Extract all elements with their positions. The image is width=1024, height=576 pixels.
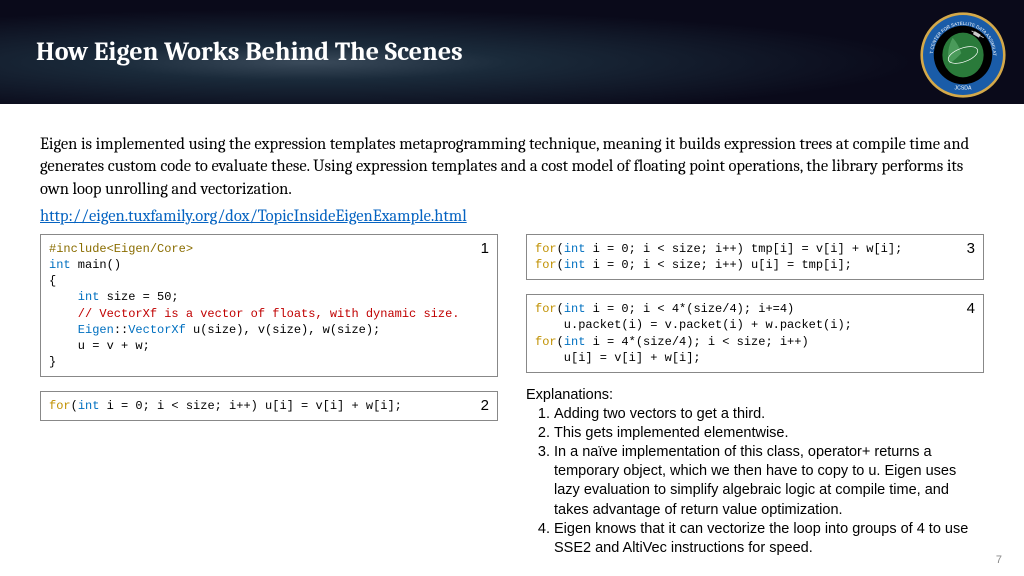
explanation-item: This gets implemented elementwise. <box>554 424 984 443</box>
page-number: 7 <box>996 554 1002 566</box>
code-number: 4 <box>967 299 975 319</box>
explanation-item: Adding two vectors to get a third. <box>554 405 984 424</box>
reference-link[interactable]: http://eigen.tuxfamily.org/dox/TopicInsi… <box>40 207 467 226</box>
code-block-4: 4for(int i = 0; i < 4*(size/4); i+=4) u.… <box>526 294 984 373</box>
code-number: 1 <box>481 239 489 259</box>
explanations: Explanations: Adding two vectors to get … <box>526 387 984 558</box>
svg-text:JCSDA: JCSDA <box>955 85 972 91</box>
code-block-1: 1#include<Eigen/Core> int main() { int s… <box>40 234 498 378</box>
jcsda-logo: JOINT CENTER FOR SATELLITE DATA ASSIMILA… <box>920 12 1006 98</box>
code-block-2: 2for(int i = 0; i < size; i++) u[i] = v[… <box>40 391 498 421</box>
explanations-header: Explanations: <box>526 387 984 403</box>
code-block-3: 3for(int i = 0; i < size; i++) tmp[i] = … <box>526 234 984 280</box>
code-number: 2 <box>481 396 489 416</box>
slide-title: How Eigen Works Behind The Scenes <box>36 37 463 67</box>
code-number: 3 <box>967 239 975 259</box>
slide-body: Eigen is implemented using the expressio… <box>0 104 1024 558</box>
intro-paragraph: Eigen is implemented using the expressio… <box>40 134 984 201</box>
slide-header: How Eigen Works Behind The Scenes JOINT … <box>0 0 1024 104</box>
explanation-item: In a naïve implementation of this class,… <box>554 443 984 520</box>
explanation-item: Eigen knows that it can vectorize the lo… <box>554 520 984 558</box>
